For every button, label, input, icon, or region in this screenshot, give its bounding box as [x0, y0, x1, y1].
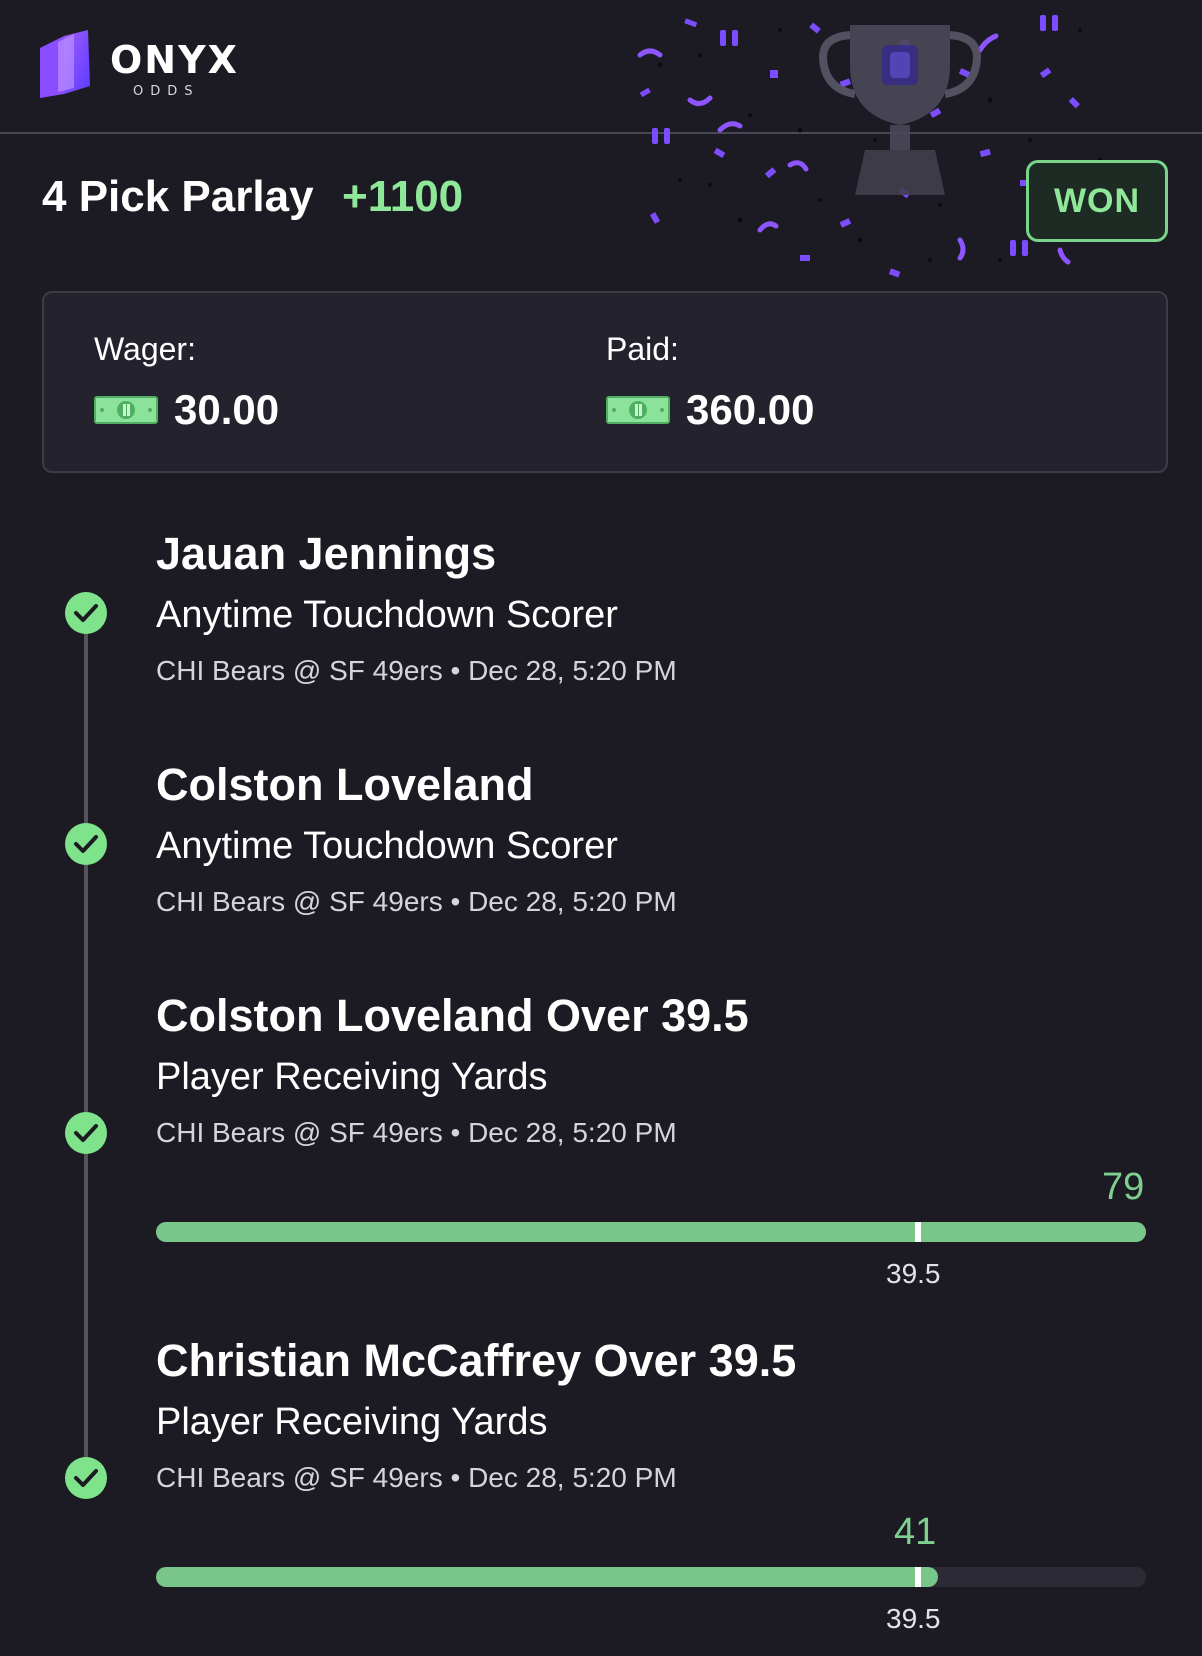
bet-odds: +1100: [342, 172, 464, 221]
check-circle-icon: [65, 823, 107, 865]
stat-line-value: 39.5: [886, 1258, 941, 1289]
check-circle-icon: [65, 1112, 107, 1154]
pick-title: Jauan Jennings: [156, 528, 497, 579]
trophy-confetti-decoration: [637, 15, 1103, 278]
cash-icon: [94, 396, 158, 424]
bet-title: 4 Pick Parlay: [42, 172, 314, 221]
check-circle-icon: [65, 1457, 107, 1499]
pick-game-info: CHI Bears @ SF 49ers • Dec 28, 5:20 PM: [156, 655, 677, 686]
onyx-logo-icon: [40, 30, 90, 98]
check-circle-icon: [65, 592, 107, 634]
pick-item[interactable]: Colston Loveland Anytime Touchdown Score…: [156, 759, 677, 918]
cash-icon: [606, 396, 670, 424]
line-marker: [915, 1222, 921, 1242]
stat-line-value: 39.5: [886, 1603, 941, 1634]
timeline-connector: [84, 615, 88, 1479]
pick-market: Anytime Touchdown Scorer: [156, 825, 618, 867]
wager-label: Wager:: [94, 331, 196, 367]
stat-progress-bar: [156, 1567, 1146, 1589]
brand-subtitle: ODDS: [133, 84, 200, 99]
pick-title: Colston Loveland: [156, 759, 534, 810]
wager-summary-card: Wager: 30.00 Paid: 360.00: [42, 291, 1168, 473]
pick-item[interactable]: Colston Loveland Over 39.5 Player Receiv…: [156, 990, 749, 1149]
progress-fill: [156, 1567, 938, 1587]
stat-actual-value: 41: [894, 1511, 937, 1553]
stat-progress-bar: [156, 1222, 1146, 1244]
paid-column: Paid: 360.00: [606, 331, 814, 434]
pick-item[interactable]: Jauan Jennings Anytime Touchdown Scorer …: [156, 528, 677, 687]
pick-market: Player Receiving Yards: [156, 1401, 548, 1443]
pick-item[interactable]: Christian McCaffrey Over 39.5 Player Rec…: [156, 1335, 796, 1494]
pick-game-info: CHI Bears @ SF 49ers • Dec 28, 5:20 PM: [156, 886, 677, 917]
pick-game-info: CHI Bears @ SF 49ers • Dec 28, 5:20 PM: [156, 1117, 677, 1148]
wager-amount: 30.00: [174, 386, 280, 433]
paid-label: Paid:: [606, 331, 679, 367]
pick-title: Christian McCaffrey Over 39.5: [156, 1335, 797, 1386]
status-badge: WON: [1026, 160, 1168, 242]
pick-market: Player Receiving Yards: [156, 1056, 548, 1098]
wager-column: Wager: 30.00: [94, 331, 279, 434]
pick-market: Anytime Touchdown Scorer: [156, 594, 618, 636]
progress-fill: [156, 1222, 1146, 1242]
pick-game-info: CHI Bears @ SF 49ers • Dec 28, 5:20 PM: [156, 1462, 677, 1493]
stat-actual-value: 79: [1102, 1166, 1145, 1208]
onyx-odds-logo: ONYX ODDS: [40, 28, 240, 108]
pick-title: Colston Loveland Over 39.5: [156, 990, 749, 1041]
paid-amount: 360.00: [686, 386, 815, 433]
line-marker: [915, 1567, 921, 1587]
brand-name: ONYX: [110, 38, 239, 82]
bet-title-row: 4 Pick Parlay +1100: [42, 172, 463, 232]
